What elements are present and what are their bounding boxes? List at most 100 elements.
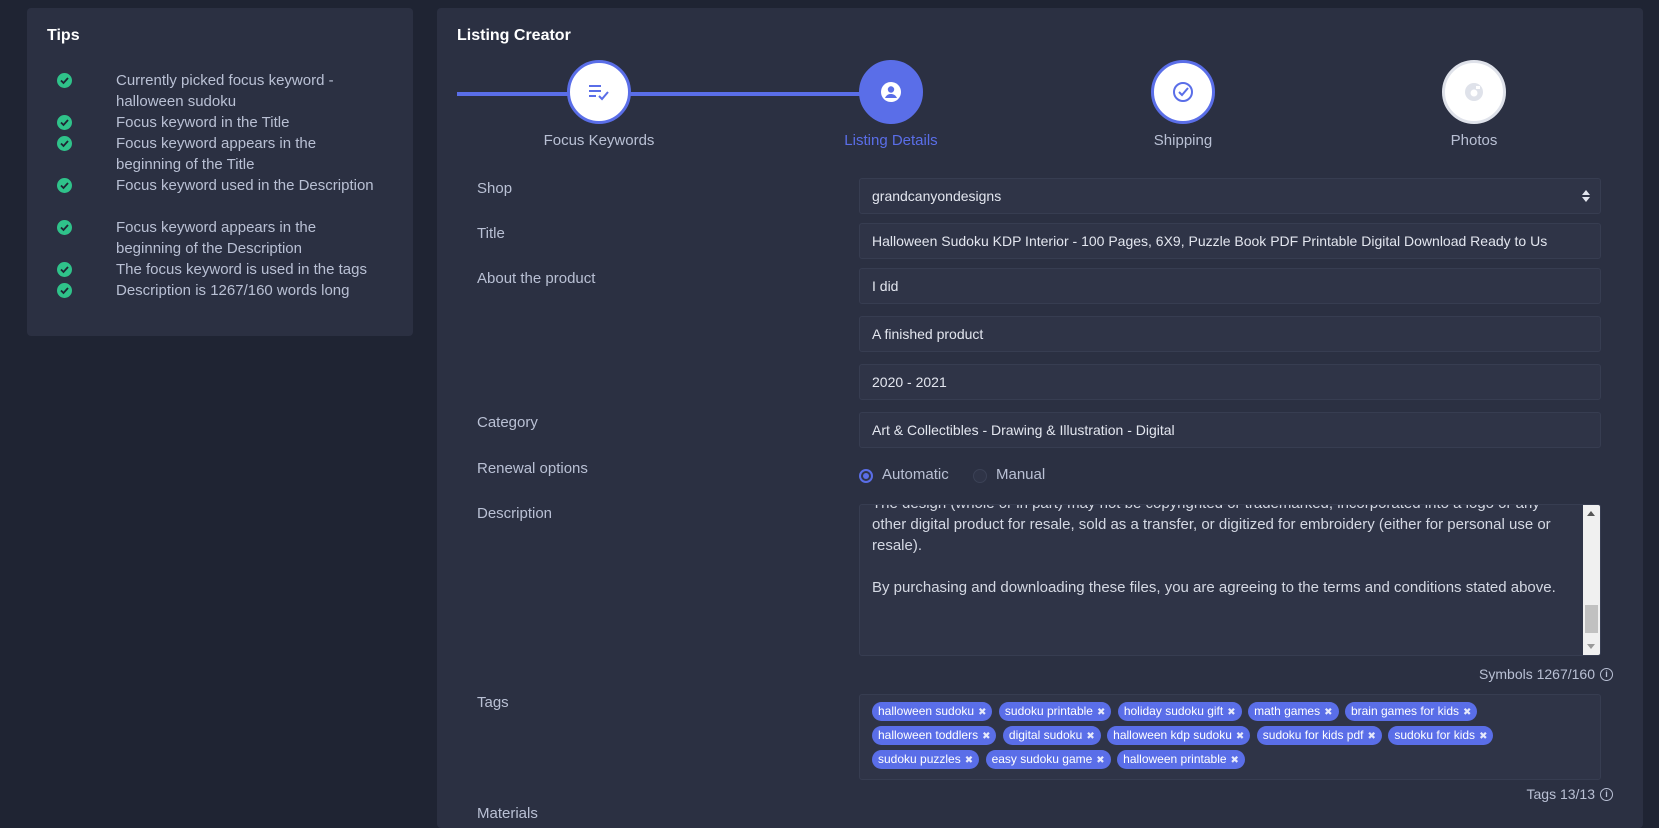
description-label: Description	[477, 505, 553, 522]
tag-chip[interactable]: sudoku for kids ✖	[1388, 726, 1494, 745]
info-icon[interactable]: i	[1600, 787, 1613, 801]
tag-chip[interactable]: halloween printable ✖	[1117, 750, 1245, 769]
what-is-it-select[interactable]: A finished product	[859, 316, 1601, 352]
sort-arrows-icon	[1582, 190, 1590, 202]
renewal-automatic-radio[interactable]	[859, 469, 873, 483]
shop-label: Shop	[477, 180, 513, 197]
tags-input[interactable]: halloween sudoku ✖ sudoku printable ✖ holi…	[859, 694, 1601, 780]
tag-chip[interactable]: sudoku printable ✖	[998, 702, 1112, 721]
tip-text: Description is 1267/160 words long	[116, 282, 350, 299]
tag-chip[interactable]: digital sudoku ✖	[1002, 726, 1101, 745]
tag-chip[interactable]: halloween toddlers ✖	[872, 726, 997, 745]
check-circle-icon	[57, 136, 72, 151]
scroll-up-arrow-icon[interactable]	[1587, 511, 1595, 516]
tag-text: halloween printable	[1123, 752, 1227, 766]
remove-tag-icon[interactable]: ✖	[1227, 707, 1235, 718]
tag-text: sudoku puzzles	[878, 752, 961, 766]
tag-text: digital sudoku	[1008, 728, 1083, 742]
title-label: Title	[477, 225, 505, 242]
step-label[interactable]: Focus Keywords	[519, 132, 679, 149]
tag-row: halloween toddlers ✖ digital sudoku ✖ hall…	[872, 726, 1588, 750]
scrollbar-thumb[interactable]	[1585, 605, 1598, 633]
remove-tag-icon[interactable]: ✖	[1236, 731, 1244, 742]
scroll-down-arrow-icon[interactable]	[1587, 644, 1595, 649]
tag-chip[interactable]: halloween kdp sudoku ✖	[1107, 726, 1251, 745]
renewal-label: Renewal options	[477, 460, 588, 477]
tip-text: Focus keyword in the Title	[116, 114, 290, 131]
remove-tag-icon[interactable]: ✖	[1463, 707, 1471, 718]
remove-tag-icon[interactable]: ✖	[1231, 755, 1239, 766]
step-shipping[interactable]	[1151, 60, 1215, 124]
list-check-icon	[589, 85, 609, 101]
check-circle-icon	[57, 262, 72, 277]
tags-counter: Tags 13/13 i	[1526, 786, 1613, 802]
description-paragraph: The design (whole or in part) may not be…	[872, 505, 1551, 554]
remove-tag-icon[interactable]: ✖	[1368, 731, 1376, 742]
tag-text: brain games for kids	[1350, 704, 1459, 718]
tag-chip[interactable]: holiday sudoku gift ✖	[1117, 702, 1242, 721]
check-circle-icon	[57, 220, 72, 235]
check-circle-icon	[1173, 82, 1193, 102]
tips-panel: Tips Currently picked focus keyword - ha…	[27, 8, 413, 336]
remove-tag-icon[interactable]: ✖	[1096, 755, 1104, 766]
tag-chip[interactable]: sudoku puzzles ✖	[872, 750, 980, 769]
tag-row: halloween sudoku ✖ sudoku printable ✖ holi…	[872, 702, 1588, 726]
category-select[interactable]: Art & Collectibles - Drawing & Illustrat…	[859, 412, 1601, 448]
step-label[interactable]: Listing Details	[811, 132, 971, 149]
stepper-progress-line	[457, 92, 873, 96]
step-label[interactable]: Shipping	[1103, 132, 1263, 149]
renewal-manual-label[interactable]: Manual	[996, 466, 1045, 483]
step-label[interactable]: Photos	[1394, 132, 1554, 149]
tag-chip[interactable]: halloween sudoku ✖	[872, 702, 993, 721]
remove-tag-icon[interactable]: ✖	[965, 755, 973, 766]
tag-text: halloween kdp sudoku	[1113, 728, 1232, 742]
shop-select[interactable]: grandcanyondesigns	[859, 178, 1601, 214]
tag-text: math games	[1254, 704, 1321, 718]
tag-text: sudoku for kids	[1394, 728, 1476, 742]
title-input[interactable]: Halloween Sudoku KDP Interior - 100 Page…	[859, 223, 1601, 259]
tip-text: The focus keyword is used in the tags	[116, 261, 367, 278]
tip-text: Focus keyword appears in the beginning o…	[116, 135, 317, 173]
step-photos[interactable]	[1442, 60, 1506, 124]
symbols-counter-text: Symbols 1267/160	[1479, 666, 1595, 682]
when-made-select[interactable]: 2020 - 2021	[859, 364, 1601, 400]
materials-label: Materials	[477, 805, 538, 822]
description-text: The design (whole or in part) may not be…	[872, 505, 1574, 619]
remove-tag-icon[interactable]: ✖	[1097, 707, 1105, 718]
tag-text: sudoku printable	[1004, 704, 1093, 718]
category-label: Category	[477, 414, 538, 431]
tag-row: sudoku puzzles ✖ easy sudoku game ✖ hallow…	[872, 750, 1588, 774]
step-focus-keywords[interactable]	[567, 60, 631, 124]
description-textarea[interactable]: The design (whole or in part) may not be…	[859, 504, 1601, 656]
check-circle-icon	[57, 115, 72, 130]
remove-tag-icon[interactable]: ✖	[1086, 731, 1094, 742]
description-scrollbar[interactable]	[1583, 505, 1600, 655]
about-label: About the product	[477, 270, 596, 287]
check-circle-icon	[57, 73, 72, 88]
tag-text: halloween sudoku	[878, 704, 975, 718]
remove-tag-icon[interactable]: ✖	[982, 731, 990, 742]
who-made-select[interactable]: I did	[859, 268, 1601, 304]
symbols-counter: Symbols 1267/160 i	[1479, 666, 1613, 682]
tag-text: sudoku for kids pdf	[1262, 728, 1364, 742]
tip-text: Focus keyword used in the Description	[116, 177, 374, 194]
renewal-manual-radio[interactable]	[973, 469, 987, 483]
remove-tag-icon[interactable]: ✖	[1479, 731, 1487, 742]
description-paragraph: By purchasing and downloading these file…	[872, 579, 1556, 596]
remove-tag-icon[interactable]: ✖	[1324, 707, 1332, 718]
tag-text: halloween toddlers	[878, 728, 979, 742]
listing-creator-title: Listing Creator	[457, 27, 571, 44]
tag-chip[interactable]: sudoku for kids pdf ✖	[1256, 726, 1382, 745]
user-circle-icon	[881, 82, 901, 102]
renewal-automatic-label[interactable]: Automatic	[882, 466, 949, 483]
tags-counter-text: Tags 13/13	[1526, 786, 1596, 802]
info-icon[interactable]: i	[1600, 667, 1613, 681]
camera-icon	[1465, 83, 1483, 101]
tag-chip[interactable]: easy sudoku game ✖	[985, 750, 1111, 769]
remove-tag-icon[interactable]: ✖	[978, 707, 986, 718]
tag-chip[interactable]: brain games for kids ✖	[1344, 702, 1478, 721]
check-circle-icon	[57, 178, 72, 193]
tip-text: Focus keyword appears in the beginning o…	[116, 219, 317, 257]
step-listing-details[interactable]	[859, 60, 923, 124]
tag-chip[interactable]: math games ✖	[1248, 702, 1339, 721]
